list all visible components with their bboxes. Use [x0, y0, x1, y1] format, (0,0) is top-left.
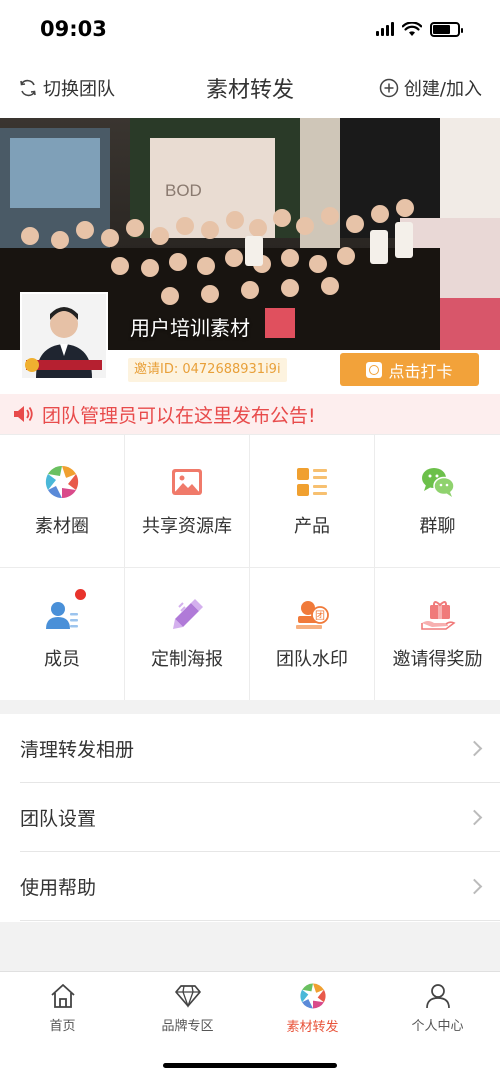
- status-time: 09:03: [40, 17, 107, 41]
- image-icon: [172, 469, 202, 495]
- avatar-portrait: [22, 294, 106, 378]
- status-bar: 09:03: [0, 0, 500, 58]
- plus-circle-icon: [379, 78, 399, 98]
- wifi-icon: [402, 21, 422, 36]
- grid-item-invite-reward[interactable]: 邀请得奖励: [375, 568, 500, 701]
- home-indicator: [163, 1063, 337, 1068]
- grid-label: 素材圈: [35, 516, 89, 537]
- tab-bar: 首页 品牌专区 素材转发 个人中心: [0, 971, 500, 1045]
- team-name: 用户培训素材: [130, 316, 250, 340]
- checkin-label: 点击打卡: [388, 361, 453, 381]
- menu-item-clear-album[interactable]: 清理转发相册: [20, 714, 500, 783]
- settings-menu: 清理转发相册 团队设置 使用帮助: [0, 714, 500, 921]
- status-icons: [376, 21, 463, 37]
- bottom-spacer: [0, 922, 500, 971]
- nav-bar: 切换团队 素材转发 创建/加入: [0, 58, 500, 118]
- grid-label: 群聊: [419, 516, 456, 537]
- create-join-button[interactable]: 创建/加入: [379, 75, 482, 101]
- stamp-icon: 团: [296, 601, 329, 629]
- aperture-icon: [45, 465, 79, 499]
- grid-label: 产品: [294, 516, 330, 537]
- poster-icon: [173, 599, 203, 629]
- grid-item-group-chat[interactable]: 群聊: [375, 435, 500, 568]
- home-icon: [50, 984, 75, 1008]
- svg-text:团: 团: [315, 610, 325, 622]
- grid-item-members[interactable]: 成员: [0, 568, 125, 701]
- grid-label: 共享资源库: [142, 516, 232, 537]
- checkin-button[interactable]: 点击打卡: [340, 353, 479, 386]
- chevron-right-icon: [466, 740, 483, 756]
- tab-label: 品牌专区: [161, 1019, 214, 1034]
- announcement-text: 团队管理员可以在这里发布公告!: [42, 404, 316, 427]
- menu-item-help[interactable]: 使用帮助: [20, 852, 500, 921]
- team-avatar[interactable]: [20, 292, 108, 380]
- switch-team-label: 切换团队: [43, 79, 115, 100]
- tab-home[interactable]: 首页: [0, 972, 125, 1045]
- switch-team-button[interactable]: 切换团队: [18, 75, 115, 101]
- grid-label: 邀请得奖励: [392, 649, 483, 670]
- section-divider: [0, 700, 500, 714]
- chevron-right-icon: [466, 878, 483, 894]
- chat-icon: [421, 468, 455, 497]
- signal-icon: [376, 22, 394, 36]
- menu-item-label: 使用帮助: [20, 876, 97, 899]
- gift-icon: [420, 601, 456, 630]
- tab-label: 首页: [49, 1019, 76, 1034]
- tab-profile[interactable]: 个人中心: [375, 972, 500, 1045]
- svg-text:BOD: BOD: [165, 181, 202, 200]
- menu-item-label: 清理转发相册: [20, 738, 135, 761]
- aperture-icon: [299, 983, 326, 1009]
- tab-brand-zone[interactable]: 品牌专区: [125, 972, 250, 1045]
- grid-item-shared-library[interactable]: 共享资源库: [125, 435, 250, 568]
- grid-item-custom-poster[interactable]: 定制海报: [125, 568, 250, 701]
- menu-item-label: 团队设置: [20, 807, 97, 830]
- grid-label: 定制海报: [151, 649, 223, 670]
- chevron-right-icon: [466, 809, 483, 825]
- list-icon: [297, 468, 327, 496]
- tab-label: 个人中心: [411, 1019, 464, 1034]
- clock-icon: [366, 361, 383, 378]
- member-icon: [46, 602, 78, 629]
- announcement-bar[interactable]: 团队管理员可以在这里发布公告!: [0, 394, 500, 434]
- speaker-icon: [14, 406, 33, 422]
- grid-item-products[interactable]: 产品: [250, 435, 375, 568]
- feature-grid: 素材圈 共享资源库 产品 群聊 成员 定制海报 团 团队水印 邀请得奖励: [0, 434, 500, 701]
- grid-item-team-watermark[interactable]: 团 团队水印: [250, 568, 375, 701]
- person-icon: [425, 984, 450, 1009]
- notification-dot: [75, 589, 86, 600]
- grid-label: 团队水印: [276, 649, 348, 670]
- refresh-icon: [20, 79, 36, 97]
- create-join-label: 创建/加入: [403, 79, 482, 100]
- team-banner: BOD 用户培训素材 邀请ID: 0472688931i9i 点击打卡: [0, 118, 500, 394]
- menu-item-team-settings[interactable]: 团队设置: [20, 783, 500, 852]
- diamond-icon: [174, 985, 201, 1008]
- invite-id: 邀请ID: 0472688931i9i: [128, 358, 287, 382]
- tab-material-forward[interactable]: 素材转发: [250, 972, 375, 1045]
- grid-label: 成员: [44, 649, 80, 670]
- battery-icon: [430, 21, 463, 37]
- grid-item-material-circle[interactable]: 素材圈: [0, 435, 125, 568]
- tab-label: 素材转发: [286, 1020, 339, 1035]
